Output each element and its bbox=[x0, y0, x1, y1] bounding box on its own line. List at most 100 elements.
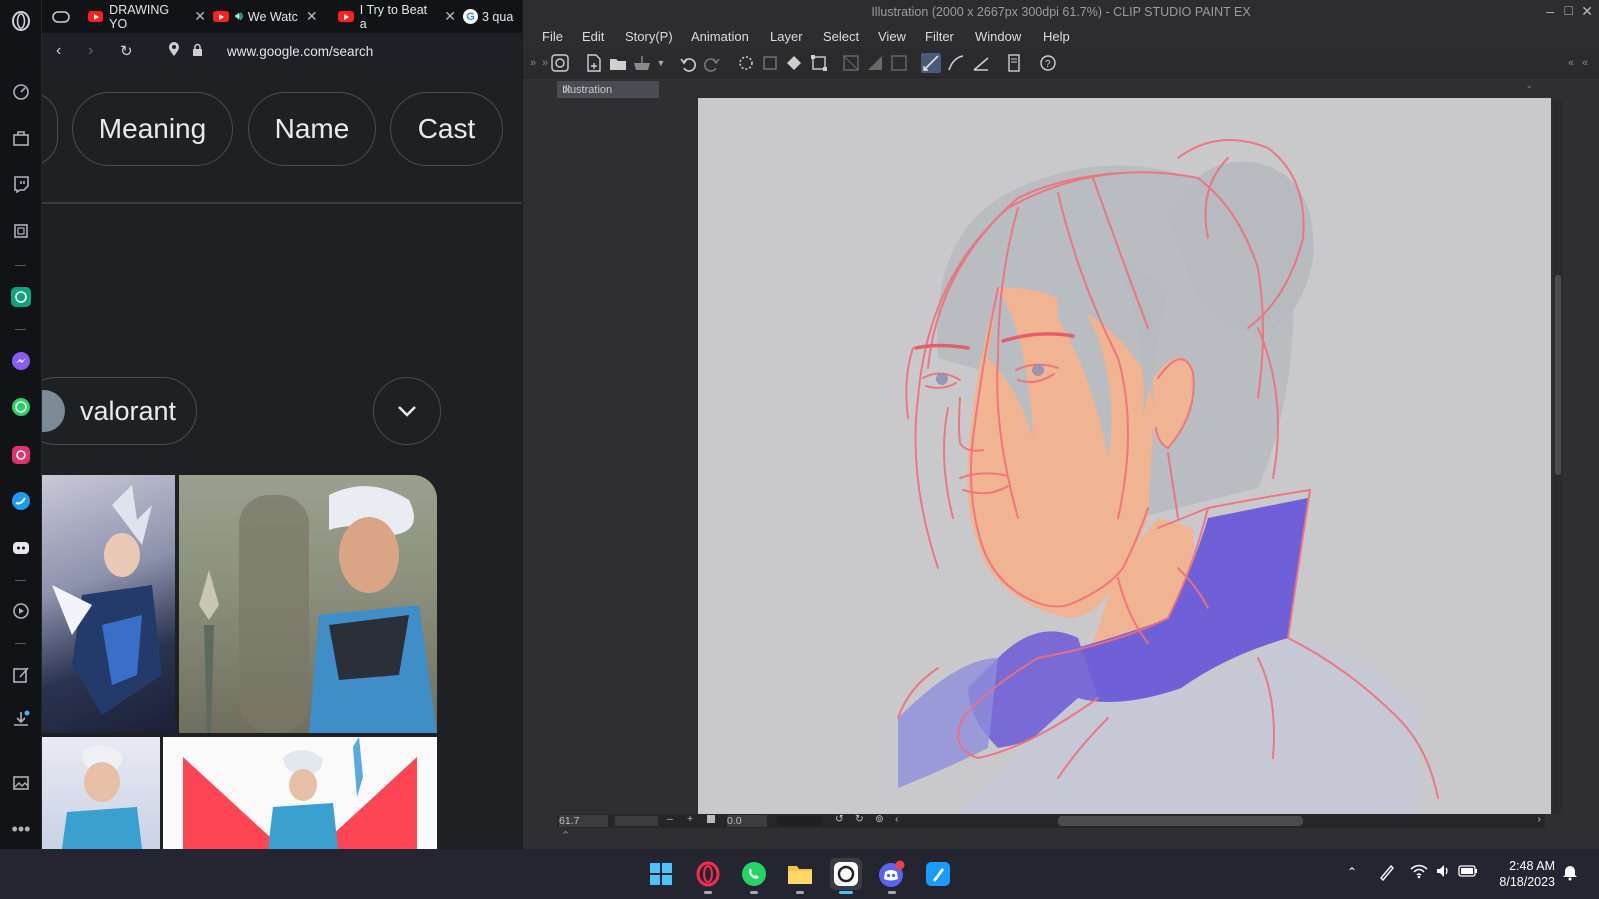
instagram-icon[interactable] bbox=[10, 444, 32, 466]
more-icon[interactable]: ••• bbox=[10, 818, 32, 840]
image-result[interactable] bbox=[42, 475, 175, 733]
image-result[interactable] bbox=[42, 737, 160, 849]
menu-select[interactable]: Select bbox=[823, 29, 859, 44]
rotate-left-icon[interactable]: ↺ bbox=[835, 813, 844, 825]
query-chip[interactable]: valorant bbox=[42, 377, 197, 445]
browser-tab[interactable]: DRAWING YO ✕ bbox=[88, 0, 206, 33]
speed-dial-icon[interactable] bbox=[10, 81, 32, 103]
menu-story[interactable]: Story(P) bbox=[625, 29, 673, 44]
clear-outside-icon[interactable] bbox=[760, 53, 780, 73]
clear-icon[interactable] bbox=[736, 53, 756, 73]
cpu-icon[interactable] bbox=[10, 220, 32, 242]
dropdown-arrow-icon[interactable]: ▼ bbox=[651, 53, 671, 73]
chevron-up-icon[interactable]: ⌃ bbox=[1347, 865, 1357, 879]
chatgpt-icon[interactable] bbox=[10, 286, 32, 308]
pinboard-icon[interactable] bbox=[10, 664, 32, 686]
save-icon[interactable] bbox=[632, 53, 652, 73]
snap-to-special-ruler-icon[interactable] bbox=[946, 53, 966, 73]
downloads-icon[interactable] bbox=[10, 708, 32, 730]
close-tab-icon[interactable]: ✕ bbox=[194, 8, 206, 25]
menu-view[interactable]: View bbox=[878, 29, 906, 44]
horizontal-scroll-thumb[interactable] bbox=[1058, 816, 1303, 826]
scroll-right-icon[interactable]: › bbox=[1538, 813, 1542, 825]
menu-edit[interactable]: Edit bbox=[582, 29, 604, 44]
zoom-field[interactable]: 61.7 bbox=[559, 815, 608, 827]
filter-chip-partial[interactable] bbox=[42, 92, 58, 166]
messenger-icon[interactable] bbox=[10, 350, 32, 372]
document-tab[interactable]: Illustration ✕ bbox=[557, 81, 659, 99]
selection-border-icon[interactable] bbox=[889, 53, 909, 73]
battery-icon[interactable] bbox=[1458, 864, 1478, 882]
flip-icon[interactable]: ‹ bbox=[895, 813, 899, 825]
browser-tab[interactable]: 🔊︎ We Watc ✕ bbox=[213, 0, 331, 33]
file-explorer-icon[interactable] bbox=[784, 858, 816, 894]
menu-layer[interactable]: Layer bbox=[770, 29, 803, 44]
help-icon[interactable]: ? bbox=[1038, 53, 1058, 73]
rotate-right-icon[interactable]: ↻ bbox=[855, 813, 864, 825]
reset-rotation-icon[interactable]: ⊚ bbox=[875, 813, 884, 825]
twitch-icon[interactable] bbox=[10, 173, 32, 195]
expand-palette-icon[interactable]: ⌃ bbox=[561, 829, 570, 842]
tab-menu-arrow-icon[interactable]: ⌄ bbox=[1525, 80, 1533, 91]
expand-panel-icon[interactable]: « bbox=[1575, 53, 1595, 73]
image-result[interactable] bbox=[179, 475, 437, 733]
snap-to-grid-icon[interactable] bbox=[971, 53, 991, 73]
vertical-scrollbar[interactable] bbox=[1553, 100, 1563, 814]
close-document-icon[interactable]: ✕ bbox=[562, 83, 653, 97]
discord-icon[interactable] bbox=[10, 537, 32, 559]
discord-taskbar-icon[interactable] bbox=[876, 858, 908, 894]
gallery-icon[interactable] bbox=[10, 772, 32, 794]
clip-studio-taskbar-icon[interactable] bbox=[830, 858, 862, 894]
fit-icon[interactable] bbox=[707, 815, 715, 823]
tablet-icon[interactable] bbox=[1004, 53, 1024, 73]
twitter-icon[interactable] bbox=[10, 490, 32, 512]
forward-icon[interactable]: › bbox=[88, 42, 93, 60]
speaker-icon[interactable]: 🔊︎ bbox=[235, 9, 243, 24]
close-icon[interactable]: ✕ bbox=[1581, 3, 1593, 20]
canvas-viewport[interactable] bbox=[557, 98, 1551, 814]
wifi-icon[interactable] bbox=[1410, 863, 1428, 884]
image-result[interactable] bbox=[163, 737, 437, 849]
snap-to-ruler-icon[interactable] bbox=[921, 53, 941, 73]
player-icon[interactable] bbox=[10, 600, 32, 622]
undo-icon[interactable] bbox=[678, 53, 698, 73]
browser-tab-active[interactable]: G 3 qua bbox=[463, 0, 522, 33]
invert-selection-icon[interactable] bbox=[865, 53, 885, 73]
deselect-icon[interactable] bbox=[841, 53, 861, 73]
taskbar-clock[interactable]: 2:48 AM 8/18/2023 bbox=[1499, 858, 1555, 890]
reload-icon[interactable]: ↻ bbox=[120, 42, 133, 60]
rotation-field[interactable]: 0.0 bbox=[727, 815, 767, 827]
zoom-slider[interactable] bbox=[615, 816, 658, 826]
menu-help[interactable]: Help bbox=[1043, 29, 1070, 44]
menu-animation[interactable]: Animation bbox=[691, 29, 749, 44]
menu-window[interactable]: Window bbox=[975, 29, 1021, 44]
back-icon[interactable]: ‹ bbox=[56, 42, 61, 60]
volume-icon[interactable] bbox=[1435, 863, 1451, 884]
gx-icon[interactable] bbox=[52, 0, 70, 33]
minimize-icon[interactable]: – bbox=[1546, 3, 1554, 19]
location-pin-icon[interactable] bbox=[168, 42, 180, 60]
whatsapp-icon[interactable] bbox=[10, 396, 32, 418]
scroll-thumb[interactable] bbox=[1555, 275, 1561, 475]
pen-app-icon[interactable] bbox=[922, 858, 954, 890]
whatsapp-taskbar-icon[interactable] bbox=[738, 858, 770, 894]
new-file-icon[interactable] bbox=[584, 53, 604, 73]
illustration-canvas[interactable] bbox=[698, 98, 1551, 814]
filter-chip-cast[interactable]: Cast bbox=[390, 92, 503, 166]
rotation-slider[interactable] bbox=[777, 816, 822, 826]
url-field[interactable]: www.google.com/search bbox=[227, 44, 373, 59]
lock-icon[interactable] bbox=[192, 43, 203, 62]
fill-icon[interactable] bbox=[784, 53, 804, 73]
pen-menu-icon[interactable] bbox=[1378, 863, 1396, 886]
menu-filter[interactable]: Filter bbox=[925, 29, 954, 44]
shopping-bag-icon[interactable] bbox=[10, 127, 32, 149]
maximize-icon[interactable]: □ bbox=[1565, 2, 1573, 18]
menu-file[interactable]: File bbox=[542, 29, 563, 44]
close-tab-icon[interactable]: ✕ bbox=[306, 8, 318, 25]
transform-icon[interactable] bbox=[809, 53, 829, 73]
filter-chip-name[interactable]: Name bbox=[248, 92, 376, 166]
windows-start-icon[interactable] bbox=[645, 858, 677, 890]
filter-chip-meaning[interactable]: Meaning bbox=[72, 92, 233, 166]
clip-studio-icon[interactable] bbox=[550, 53, 570, 73]
zoom-out-icon[interactable]: – bbox=[667, 813, 673, 825]
